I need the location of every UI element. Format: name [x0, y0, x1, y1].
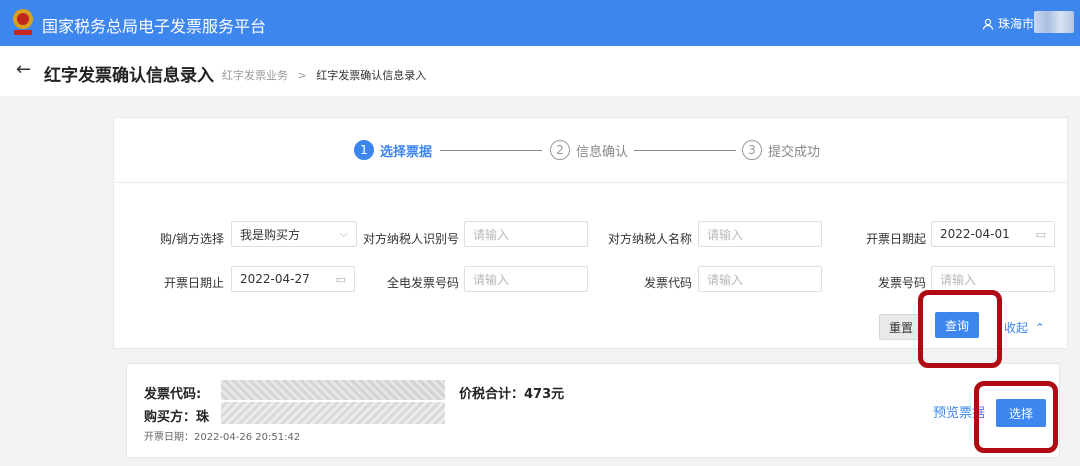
step-indicator: 1 选择票据 2 信息确认 3 提交成功 — [114, 118, 1067, 183]
invoice-code-input[interactable]: 请输入 — [698, 266, 822, 292]
app-title: 国家税务总局电子发票服务平台 — [42, 17, 267, 36]
counterparty-name-input[interactable]: 请输入 — [698, 221, 822, 247]
counterparty-tax-id-input[interactable]: 请输入 — [464, 221, 588, 247]
invoice-date: 开票日期：2022-04-26 20:51:42 — [144, 432, 301, 443]
date-end-value: 2022-04-27 — [240, 272, 310, 286]
placeholder: 请输入 — [473, 272, 510, 287]
placeholder: 请输入 — [707, 227, 744, 242]
breadcrumb-separator: > — [297, 69, 307, 82]
top-bar: 国家税务总局电子发票服务平台 珠海市 — [0, 0, 1080, 46]
calendar-icon: ▭ — [1035, 227, 1046, 241]
breadcrumb: 红字发票业务 > 红字发票确认信息录入 — [222, 67, 426, 83]
full-invoice-no-label: 全电发票号码 — [386, 276, 459, 290]
date-start-input[interactable]: 2022-04-01 ▭ — [931, 221, 1055, 247]
reset-button[interactable]: 重置 — [879, 314, 923, 340]
page-header: ← 红字发票确认信息录入 红字发票业务 > 红字发票确认信息录入 — [0, 46, 1080, 96]
step-connector — [440, 150, 542, 151]
date-end-input[interactable]: 2022-04-27 ▭ — [231, 266, 355, 292]
buyer-redacted — [221, 402, 445, 424]
chevron-down-icon: ⌵ — [339, 227, 348, 240]
buyer-label: 购买方：珠 — [144, 410, 210, 425]
chevron-up-icon: ⌃ — [1034, 321, 1045, 335]
placeholder: 请输入 — [940, 272, 977, 287]
step-1: 1 选择票据 — [354, 140, 432, 160]
step-label: 信息确认 — [576, 144, 629, 160]
invoice-code-label: 发票代码 — [643, 276, 692, 290]
step-2: 2 信息确认 — [550, 140, 628, 160]
invoice-no-input[interactable]: 请输入 — [931, 266, 1055, 292]
date-start-value: 2022-04-01 — [940, 227, 1010, 241]
step-label: 选择票据 — [380, 144, 433, 160]
tax-emblem-icon — [13, 9, 33, 35]
step-number: 1 — [354, 140, 374, 160]
buyer-seller-select[interactable]: 我是购买方 ⌵ — [231, 221, 357, 247]
step-number: 2 — [550, 140, 570, 160]
invoice-code-label: 发票代码: — [144, 387, 202, 402]
date-end-label: 开票日期止 — [163, 276, 224, 290]
breadcrumb-item-red-invoice[interactable]: 红字发票业务 — [222, 69, 288, 82]
calendar-icon: ▭ — [335, 272, 346, 286]
buyer-seller-label: 购/销方选择 — [159, 232, 224, 246]
user-menu[interactable]: 珠海市 — [982, 15, 1034, 32]
user-name: 珠海市 — [997, 17, 1034, 31]
breadcrumb-item-current: 红字发票确认信息录入 — [316, 69, 427, 82]
step-label: 提交成功 — [768, 144, 821, 160]
invoice-result-card: 发票代码: 购买方：珠 价税合计：473元 开票日期：2022-04-26 20… — [126, 363, 1060, 458]
placeholder: 请输入 — [707, 272, 744, 287]
highlight-box-select — [974, 381, 1058, 453]
highlight-box-query — [918, 290, 1002, 368]
user-icon — [982, 18, 994, 30]
collapse-label: 收起 — [1004, 321, 1029, 335]
user-name-redacted — [1034, 11, 1074, 33]
invoice-no-label: 发票号码 — [877, 276, 926, 290]
counterparty-tax-id-label: 对方纳税人识别号 — [362, 232, 459, 246]
collapse-toggle[interactable]: 收起 ⌃ — [1004, 319, 1045, 336]
page-title: 红字发票确认信息录入 — [44, 66, 214, 86]
invoice-code-redacted — [221, 380, 445, 400]
total-amount: 价税合计：473元 — [459, 387, 565, 402]
full-invoice-no-input[interactable]: 请输入 — [464, 266, 588, 292]
back-arrow-icon[interactable]: ← — [16, 59, 31, 80]
buyer-seller-value: 我是购买方 — [240, 227, 301, 242]
step-number: 3 — [742, 140, 762, 160]
step-3: 3 提交成功 — [742, 140, 820, 160]
placeholder: 请输入 — [473, 227, 510, 242]
counterparty-name-label: 对方纳税人名称 — [607, 232, 692, 246]
date-start-label: 开票日期起 — [865, 232, 926, 246]
step-connector — [634, 150, 736, 151]
